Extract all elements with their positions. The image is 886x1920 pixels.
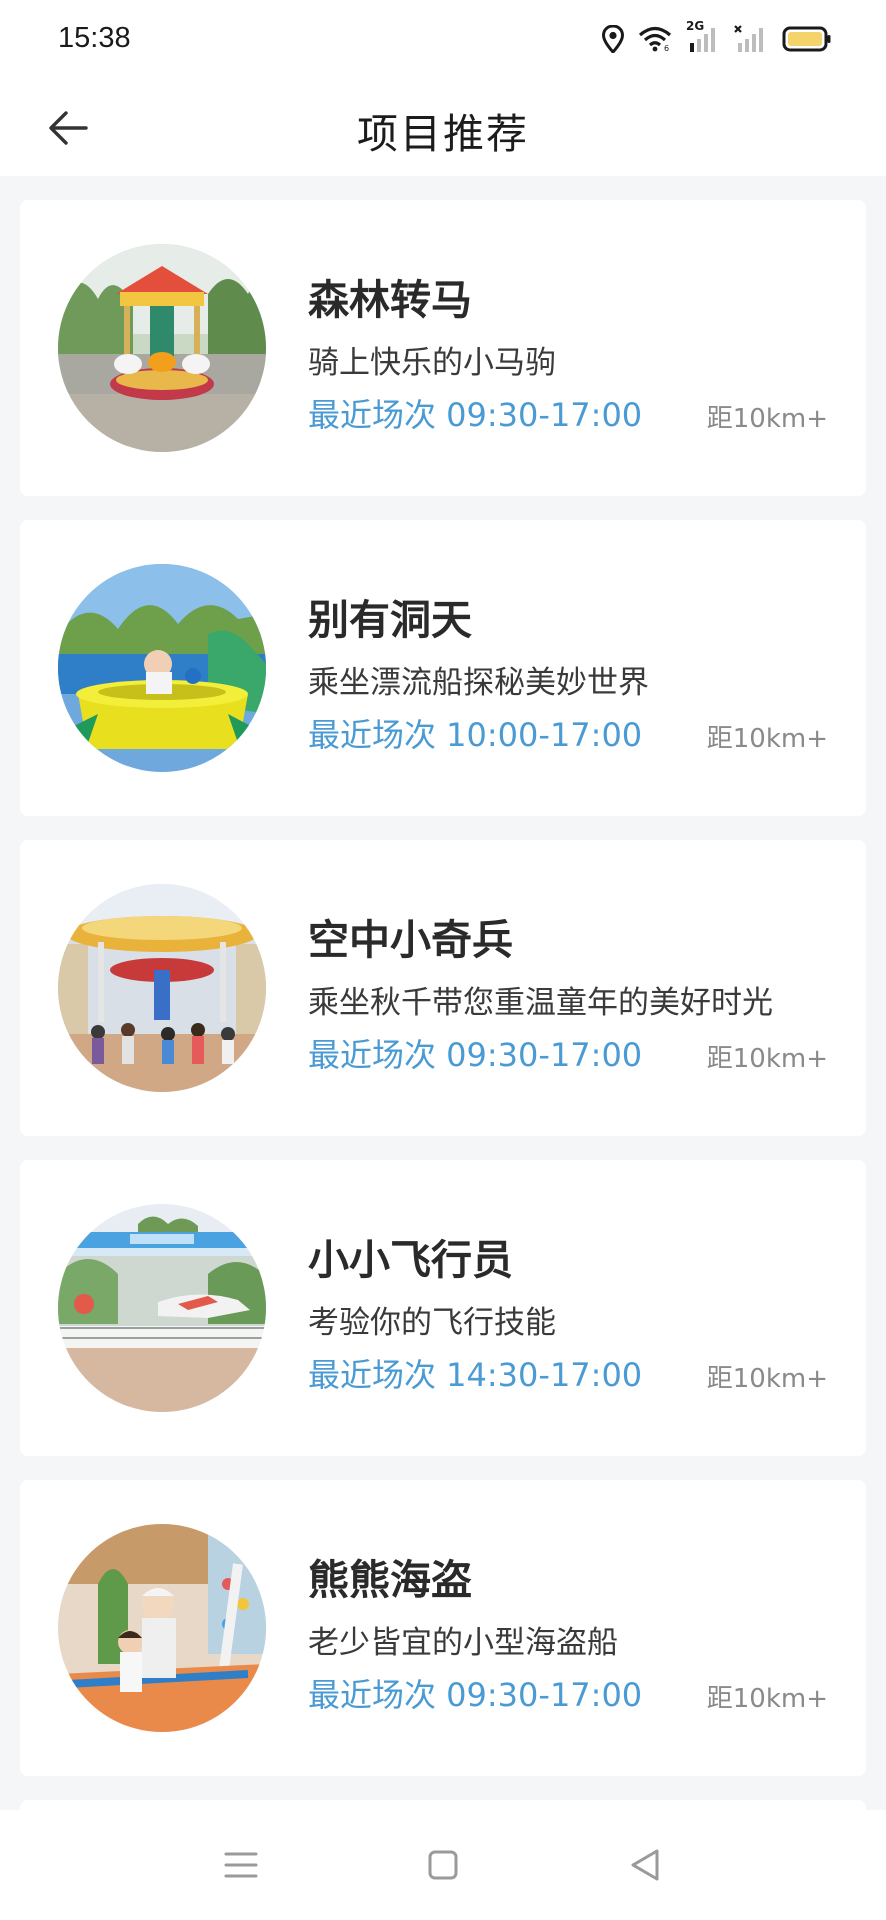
project-distance: 距10km+ [706, 404, 828, 434]
project-name: 空中小奇兵 [308, 916, 513, 964]
project-distance: 距10km+ [706, 724, 828, 754]
project-session: 最近场次 09:30-17:00 [308, 396, 643, 434]
project-card[interactable]: 小小飞行员 考验你的飞行技能 最近场次 14:30-17:00 距10km+ [20, 1160, 866, 1456]
wifi-icon: 6 [638, 26, 672, 52]
back-triangle-icon [631, 1849, 659, 1881]
back-nav-button[interactable] [615, 1835, 675, 1895]
project-thumbnail-plane-ride [58, 1204, 266, 1412]
project-thumbnail-carousel [58, 244, 266, 452]
project-thumbnail-swing-ride [58, 884, 266, 1092]
project-distance: 距10km+ [706, 1044, 828, 1074]
project-session: 最近场次 09:30-17:00 [308, 1676, 643, 1714]
system-nav-bar [0, 1810, 886, 1920]
project-card[interactable]: 森林转马 骑上快乐的小马驹 最近场次 09:30-17:00 距10km+ [20, 200, 866, 496]
project-session: 最近场次 14:30-17:00 [308, 1356, 643, 1394]
project-distance: 距10km+ [706, 1684, 828, 1714]
status-icons: 6 2G [602, 19, 832, 54]
project-session: 最近场次 10:00-17:00 [308, 716, 643, 754]
project-distance: 距10km+ [706, 1364, 828, 1394]
project-card[interactable]: 熊熊海盗 老少皆宜的小型海盗船 最近场次 09:30-17:00 距10km+ [20, 1480, 866, 1776]
project-session: 最近场次 09:30-17:00 [308, 1036, 643, 1074]
project-description: 老少皆宜的小型海盗船 [308, 1625, 618, 1661]
status-bar: 15:38 6 2G [0, 0, 886, 78]
project-thumbnail-pirate-ship [58, 1524, 266, 1732]
project-description: 乘坐秋千带您重温童年的美好时光 [308, 985, 773, 1021]
header: 项目推荐 [0, 78, 886, 176]
project-thumbnail-boat-ride [58, 564, 266, 772]
project-name: 森林转马 [308, 276, 472, 324]
status-time: 15:38 [58, 22, 131, 54]
project-name: 熊熊海盗 [308, 1556, 472, 1604]
signal-no-service-icon [734, 25, 768, 53]
location-icon [602, 25, 624, 53]
project-description: 骑上快乐的小马驹 [308, 345, 556, 381]
project-description: 考验你的飞行技能 [308, 1305, 556, 1341]
project-name: 别有洞天 [308, 596, 472, 644]
battery-icon [782, 25, 832, 53]
project-card[interactable]: 空中小奇兵 乘坐秋千带您重温童年的美好时光 最近场次 09:30-17:00 距… [20, 840, 866, 1136]
project-description: 乘坐漂流船探秘美妙世界 [308, 665, 649, 701]
menu-icon [224, 1852, 258, 1878]
signal-2g-label: 2G [686, 19, 705, 33]
project-list: 森林转马 骑上快乐的小马驹 最近场次 09:30-17:00 距10km+ 别有… [20, 200, 866, 1800]
project-card[interactable]: 别有洞天 乘坐漂流船探秘美妙世界 最近场次 10:00-17:00 距10km+ [20, 520, 866, 816]
home-icon [428, 1850, 458, 1880]
signal-2g-icon: 2G [686, 19, 720, 53]
menu-button[interactable] [211, 1835, 271, 1895]
svg-text:6: 6 [664, 44, 669, 52]
home-button[interactable] [413, 1835, 473, 1895]
project-name: 小小飞行员 [308, 1236, 513, 1284]
page-title: 项目推荐 [357, 110, 529, 158]
